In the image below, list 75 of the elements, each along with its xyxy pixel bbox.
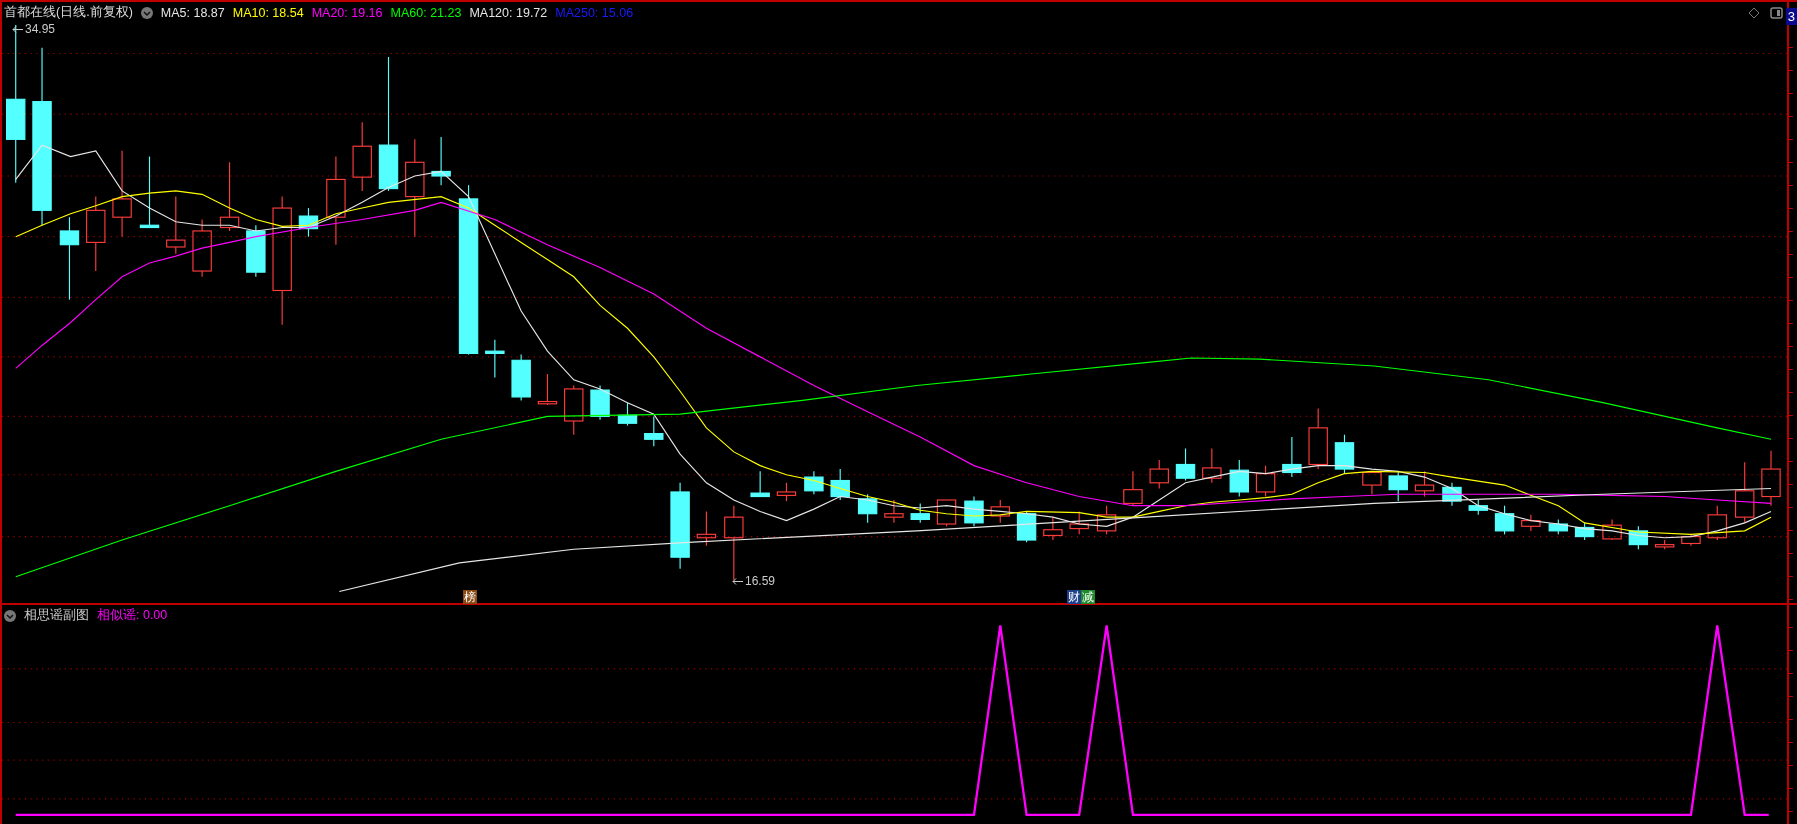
candlestick	[990, 499, 1010, 524]
candlestick	[964, 495, 984, 527]
indicator-value: MA250: 15.06	[555, 5, 634, 20]
candlestick	[1282, 436, 1302, 478]
candlestick	[1654, 539, 1675, 550]
candlestick	[830, 468, 850, 501]
candlestick	[1707, 505, 1727, 541]
candlestick	[1388, 470, 1408, 502]
candlestick	[1468, 499, 1488, 516]
candlestick	[564, 384, 584, 436]
candlestick	[1175, 447, 1196, 482]
candlestick	[1574, 522, 1595, 541]
candlestick	[298, 207, 319, 238]
candlestick	[192, 218, 212, 278]
candlestick	[1255, 465, 1276, 498]
collapse-icon[interactable]	[140, 6, 153, 19]
candlestick	[1681, 533, 1701, 547]
panel-toggle-icon[interactable]	[1770, 7, 1783, 19]
candlestick	[750, 470, 770, 498]
indicator-value: MA60: 21.23	[390, 5, 462, 20]
candlestick	[910, 502, 930, 524]
indicator-value: MA20: 19.16	[311, 5, 383, 20]
price-label: 16.59	[745, 574, 776, 588]
candlestick	[1761, 450, 1781, 507]
candlestick	[1308, 407, 1328, 470]
candlestick	[857, 493, 878, 524]
candlestick	[537, 373, 558, 406]
candlestick	[1069, 510, 1089, 535]
candlestick	[431, 136, 451, 186]
candlestick	[485, 339, 505, 379]
event-marker: 减	[1081, 590, 1095, 604]
diamond-icon[interactable]	[1748, 7, 1760, 19]
event-marker: 财	[1067, 590, 1081, 604]
candlestick	[1123, 470, 1143, 507]
candlestick	[1202, 447, 1222, 484]
candlestick	[1521, 514, 1541, 532]
candlestick	[352, 121, 372, 192]
candlestick	[1096, 505, 1117, 535]
candlestick	[776, 482, 797, 502]
indicator-title: 相思谣副图	[24, 607, 89, 624]
candlestick	[1362, 470, 1382, 495]
page-badge[interactable]: 3	[1785, 8, 1797, 25]
candlestick	[1149, 459, 1169, 490]
candlestick	[1016, 510, 1037, 543]
candlestick	[644, 415, 664, 447]
candlestick	[1334, 434, 1355, 475]
candlestick	[511, 354, 531, 401]
chart-title: 首都在线(日线.前复权)	[4, 4, 133, 21]
candlestick	[1494, 505, 1515, 535]
indicator-value: MA10: 18.54	[232, 5, 304, 20]
candlestick	[1735, 461, 1755, 524]
collapse-icon[interactable]	[4, 609, 16, 622]
candlestick	[590, 384, 610, 421]
candlestick	[1442, 482, 1462, 507]
candlestick	[246, 224, 266, 278]
candlestick	[1043, 516, 1063, 541]
candlestick	[1548, 518, 1569, 535]
candlestick	[804, 470, 824, 495]
candlestick	[884, 499, 904, 524]
indicator-value: MA120: 19.72	[469, 5, 548, 20]
candlestick	[1229, 459, 1249, 498]
price-label: 34.95	[25, 22, 56, 36]
indicator-value: 相似谣: 0.00	[97, 607, 168, 624]
event-marker: 榜	[463, 590, 477, 604]
candlestick	[1602, 518, 1622, 541]
candlestick	[696, 510, 717, 547]
candlestick	[1414, 470, 1435, 498]
candlestick	[617, 402, 638, 427]
candlestick	[936, 499, 957, 527]
arrow-icon	[732, 576, 744, 586]
arrow-icon	[12, 24, 24, 34]
candlestick	[1628, 525, 1649, 550]
candlestick	[219, 161, 240, 232]
candlestick	[166, 196, 186, 255]
indicator-value: MA5: 18.87	[160, 5, 225, 20]
